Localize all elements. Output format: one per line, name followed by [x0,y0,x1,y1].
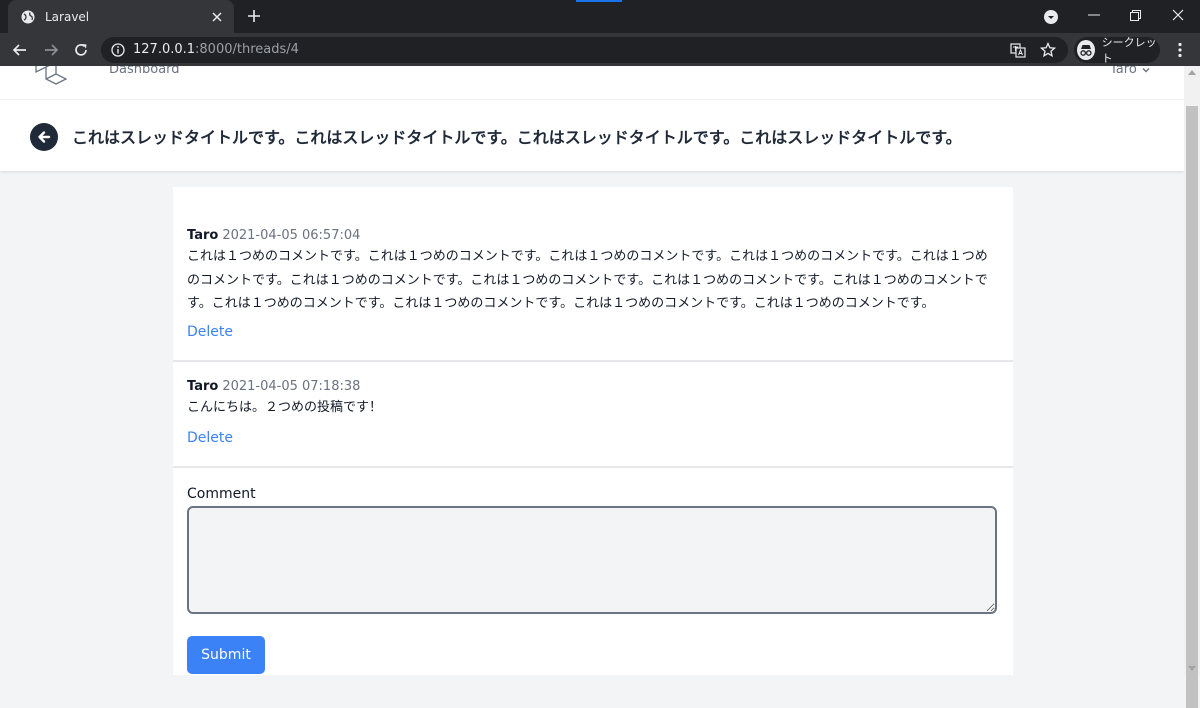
chevron-down-icon [1142,67,1150,72]
comment-author: Taro [187,379,219,394]
globe-icon [20,9,36,25]
tab-search-icon[interactable] [1042,8,1060,26]
reload-icon[interactable] [71,40,91,60]
bookmark-star-icon[interactable] [1039,41,1057,59]
forward-arrow-icon[interactable] [41,40,61,60]
back-arrow-icon[interactable] [10,40,30,60]
browser-toolbar: 127.0.0.1:8000/threads/4 シークレット [0,33,1200,66]
tab-title: Laravel [45,9,90,24]
url-text: 127.0.0.1:8000/threads/4 [133,42,299,57]
comment-field-label: Comment [187,486,256,502]
thread-title: これはスレッドタイトルです。これはスレッドタイトルです。これはスレッドタイトルで… [72,128,962,147]
comment-item: Taro 2021-04-05 07:18:38 こんにちは。２つめの投稿です！ … [173,362,1013,468]
scroll-down-arrow-icon[interactable] [1188,666,1196,671]
comment-meta: Taro 2021-04-05 07:18:38 [187,379,360,394]
submit-button[interactable]: Submit [187,636,265,674]
scrollbar-thumb[interactable] [1186,106,1198,708]
nav-dashboard-link[interactable]: Dashboard [109,66,180,77]
back-arrow-circle-icon[interactable] [30,123,58,151]
comment-item: Taro 2021-04-05 06:57:04 これは１つめのコメントです。これ… [173,187,1013,362]
comment-textarea[interactable] [187,506,997,614]
comment-date: 2021-04-05 07:18:38 [222,379,361,394]
info-icon[interactable] [110,42,126,58]
comment-body: これは１つめのコメントです。これは１つめのコメントです。これは１つめのコメントで… [187,249,988,311]
new-tab-plus-icon[interactable] [244,6,264,26]
translate-icon[interactable] [1009,41,1027,59]
url-path: :8000/threads/4 [195,42,299,57]
user-dropdown[interactable]: Taro [1110,66,1151,77]
comments-card: Taro 2021-04-05 06:57:04 これは１つめのコメントです。これ… [173,187,1013,675]
page-viewport: Dashboard Taro これはスレッドタイトルです。これはスレッドタイトル… [0,66,1184,675]
tab-close-icon[interactable] [206,6,228,28]
comment-body: こんにちは。２つめの投稿です！ [187,400,383,415]
delete-comment-link[interactable]: Delete [187,324,233,340]
tab-strip-accent [576,0,622,2]
incognito-label: シークレット [1101,36,1157,65]
comment-meta: Taro 2021-04-05 06:57:04 [187,228,360,243]
address-bar[interactable]: 127.0.0.1:8000/threads/4 [101,37,1068,63]
page-header: これはスレッドタイトルです。これはスレッドタイトルです。これはスレッドタイトルで… [0,100,1184,171]
app-logo-icon[interactable] [30,66,70,92]
delete-comment-link[interactable]: Delete [187,430,233,446]
scroll-up-arrow-icon[interactable] [1188,70,1196,75]
close-window-icon[interactable] [1166,5,1190,25]
minimize-icon[interactable] [1082,5,1106,25]
incognito-indicator[interactable]: シークレット [1074,36,1160,65]
page-scrollbar[interactable] [1184,66,1200,708]
browser-tab[interactable]: Laravel [8,0,234,33]
comment-date: 2021-04-05 06:57:04 [222,228,361,243]
more-menu-icon[interactable] [1170,40,1190,60]
top-navigation: Dashboard Taro [0,66,1184,100]
comment-author: Taro [187,228,219,243]
incognito-icon [1077,40,1095,60]
user-name: Taro [1110,66,1137,77]
browser-tab-bar: Laravel [0,0,1200,33]
restore-icon[interactable] [1123,5,1147,25]
url-host: 127.0.0.1 [133,42,196,57]
